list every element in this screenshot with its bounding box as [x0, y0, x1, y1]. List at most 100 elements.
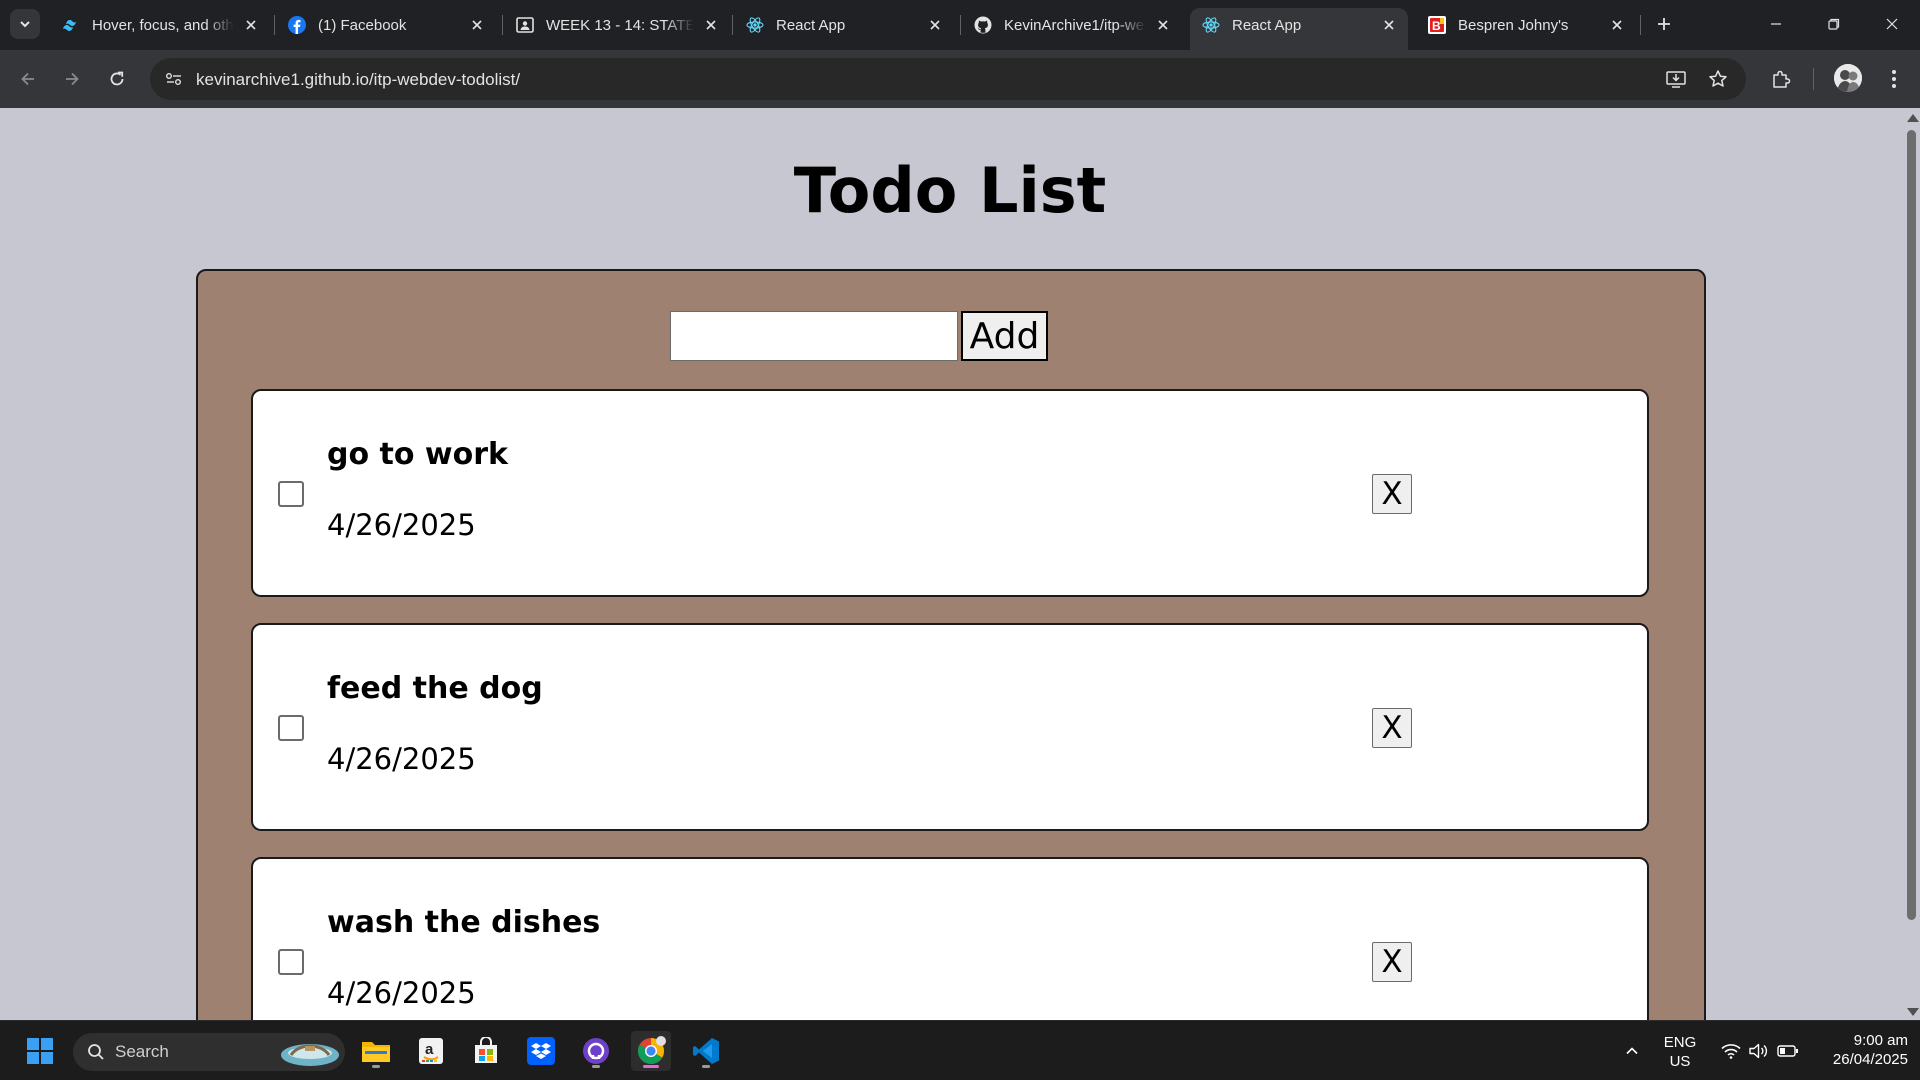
arrow-right-icon [66, 72, 79, 86]
amazon-icon[interactable]: a [411, 1031, 451, 1071]
tab-separator [732, 15, 733, 35]
new-tab-button[interactable] [1652, 12, 1676, 36]
region-code: US [1669, 1053, 1691, 1070]
tab-title: React App [776, 16, 846, 34]
profile-avatar[interactable] [1834, 64, 1862, 92]
todo-date: 4/26/2025 [327, 742, 476, 776]
minimize-icon [1771, 23, 1781, 25]
search-label: Search [115, 1042, 169, 1061]
close-window-button[interactable] [1878, 10, 1906, 38]
back-button[interactable] [14, 65, 42, 93]
todo-date: 4/26/2025 [327, 976, 476, 1010]
show-hidden-icons-button[interactable] [1612, 1031, 1652, 1071]
browser-tab[interactable]: React App [734, 8, 954, 42]
github-icon [974, 16, 992, 34]
react-icon [746, 16, 764, 34]
classroom-icon [516, 16, 534, 34]
browser-tab[interactable]: Hover, focus, and oth [50, 8, 270, 42]
close-tab-icon[interactable] [1380, 16, 1398, 34]
taskbar-search-box[interactable]: Search [73, 1033, 345, 1071]
chevron-up-icon [1626, 1047, 1638, 1055]
clock-time: 9:00 am [1853, 1032, 1908, 1049]
browser-toolbar: kevinarchive1.github.io/itp-webdev-todol… [0, 50, 1920, 108]
microsoft-store-icon[interactable] [466, 1031, 506, 1071]
dropbox-icon[interactable] [521, 1031, 561, 1071]
search-icon [87, 1043, 105, 1061]
todo-text: go to work [327, 437, 508, 472]
todo-item: feed the dog 4/26/2025 X [251, 623, 1649, 831]
reload-icon [110, 71, 124, 86]
bookmark-star-icon[interactable] [1706, 67, 1730, 91]
new-todo-input[interactable] [670, 311, 958, 361]
delete-todo-button[interactable]: X [1372, 708, 1412, 748]
scroll-up-arrow-icon[interactable] [1907, 114, 1919, 122]
close-tab-icon[interactable] [1608, 16, 1626, 34]
svg-text:a: a [425, 1041, 434, 1058]
running-indicator-focused [643, 1065, 659, 1068]
volume-icon [1749, 1043, 1769, 1059]
tab-separator [1640, 15, 1641, 35]
close-tab-icon[interactable] [242, 16, 260, 34]
system-tray-status[interactable] [1712, 1031, 1808, 1071]
plus-icon [1658, 18, 1670, 30]
close-tab-icon[interactable] [1154, 16, 1172, 34]
todo-date: 4/26/2025 [327, 508, 476, 542]
windows-taskbar: Search a ENG US 9:00 am 26/04/2025 [0, 1020, 1920, 1080]
scroll-thumb[interactable] [1907, 130, 1916, 920]
minimize-button[interactable] [1762, 10, 1790, 38]
restore-button[interactable] [1820, 10, 1848, 38]
todo-item: go to work 4/26/2025 X [251, 389, 1649, 597]
todo-checkbox[interactable] [278, 481, 304, 507]
blogger-icon: B [1428, 16, 1446, 34]
menu-kebab-icon[interactable] [1880, 65, 1908, 93]
address-bar[interactable]: kevinarchive1.github.io/itp-webdev-todol… [150, 58, 1746, 100]
language-code: ENG [1663, 1034, 1697, 1051]
close-tab-icon[interactable] [926, 16, 944, 34]
restore-icon [1828, 18, 1840, 30]
battery-icon [1777, 1044, 1799, 1058]
tab-title: React App [1232, 16, 1302, 34]
facebook-icon [288, 16, 306, 34]
todo-board: Add go to work 4/26/2025 X feed the dog … [196, 269, 1706, 1020]
chevron-down-icon [20, 21, 30, 28]
input-language-indicator[interactable]: ENG US [1660, 1033, 1700, 1071]
search-highlight-image [279, 1035, 341, 1069]
chrome-icon[interactable] [631, 1031, 671, 1071]
page-viewport: Todo List Add go to work 4/26/2025 X fee… [0, 108, 1920, 1020]
delete-todo-button[interactable]: X [1372, 942, 1412, 982]
install-app-icon[interactable] [1664, 67, 1688, 91]
wifi-icon [1721, 1043, 1741, 1059]
file-explorer-icon[interactable] [356, 1031, 396, 1071]
url-text: kevinarchive1.github.io/itp-webdev-todol… [196, 70, 521, 89]
site-info-icon[interactable] [162, 67, 186, 91]
browser-tab[interactable]: WEEK 13 - 14: STATE [504, 8, 730, 42]
close-icon [1886, 18, 1898, 30]
extensions-icon[interactable] [1767, 65, 1795, 93]
browser-tab[interactable]: KevinArchive1/itp-we [962, 8, 1182, 42]
browser-tab-active[interactable]: React App [1190, 8, 1408, 50]
delete-todo-button[interactable]: X [1372, 474, 1412, 514]
todo-checkbox[interactable] [278, 715, 304, 741]
browser-tab-strip: Hover, focus, and oth (1) Facebook WEEK … [0, 0, 1920, 50]
browser-tab[interactable]: (1) Facebook [276, 8, 496, 42]
add-button[interactable]: Add [961, 311, 1048, 361]
tab-title: (1) Facebook [318, 16, 407, 34]
todo-text: wash the dishes [327, 905, 601, 940]
clock[interactable]: 9:00 am 26/04/2025 [1812, 1031, 1908, 1069]
tab-search-button[interactable] [10, 9, 40, 39]
start-button[interactable] [20, 1031, 60, 1071]
tailwind-icon [62, 16, 80, 34]
close-tab-icon[interactable] [702, 16, 720, 34]
todo-checkbox[interactable] [278, 949, 304, 975]
scroll-down-arrow-icon[interactable] [1907, 1008, 1919, 1016]
reload-button[interactable] [103, 65, 131, 93]
github-desktop-icon[interactable] [576, 1031, 616, 1071]
forward-button[interactable] [58, 65, 86, 93]
page-scrollbar[interactable] [1904, 108, 1920, 1020]
close-tab-icon[interactable] [468, 16, 486, 34]
browser-tab[interactable]: B Bespren Johny's [1416, 8, 1636, 42]
tab-title: Hover, focus, and oth [92, 16, 234, 34]
clock-date: 26/04/2025 [1832, 1051, 1908, 1068]
tab-separator [502, 15, 503, 35]
vscode-icon[interactable] [686, 1031, 726, 1071]
